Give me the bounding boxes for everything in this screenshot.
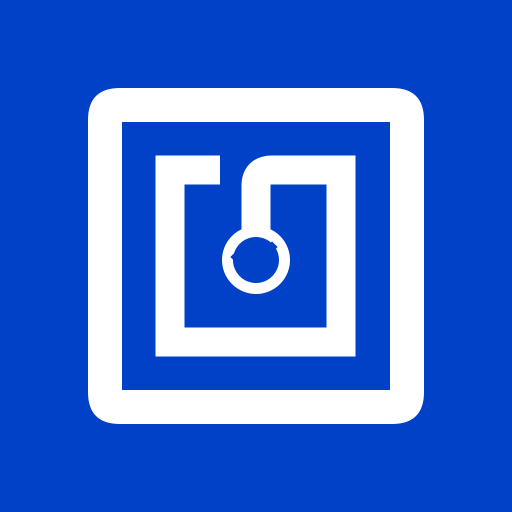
app-icon [0,0,512,512]
nfc-tag-check-icon [0,0,512,512]
